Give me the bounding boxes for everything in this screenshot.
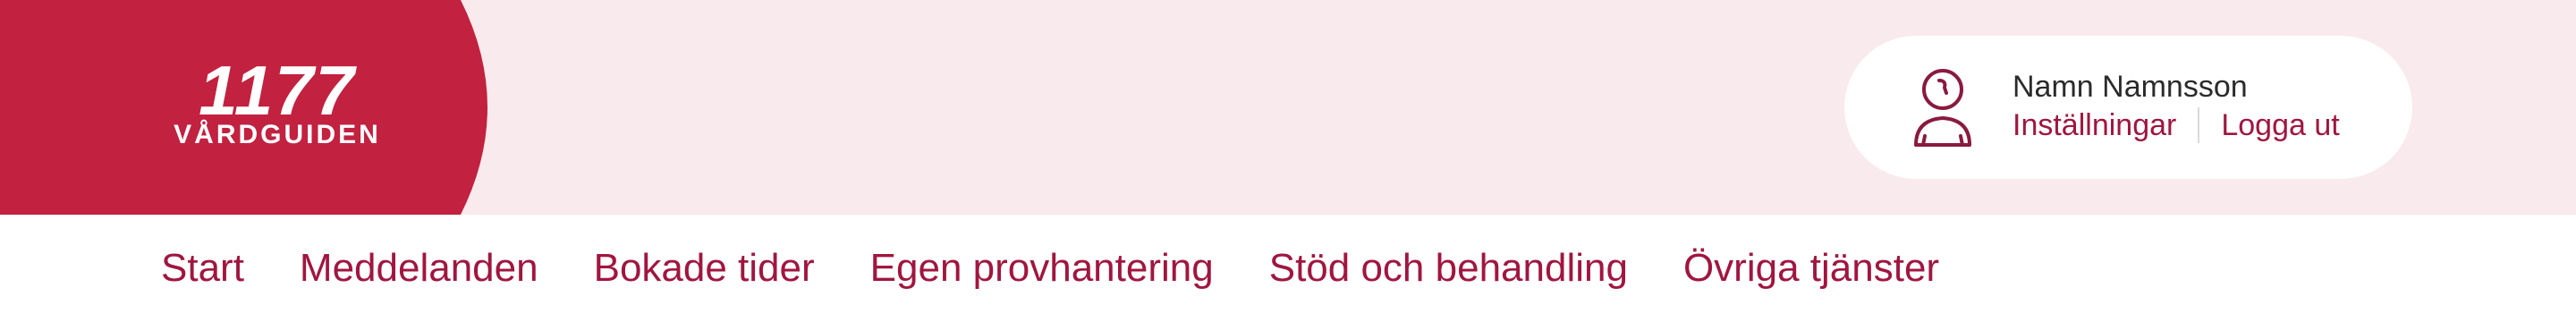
logo-name: VÅRDGUIDEN [174,120,381,149]
logo-number: 1177 [199,51,356,130]
nav-item-meddelanden[interactable]: Meddelanden [300,246,538,291]
user-links: Inställningar Logga ut [2012,107,2340,143]
nav-item-stod-och-behandling[interactable]: Stöd och behandling [1269,246,1628,291]
user-name: Namn Namnsson [2012,70,2248,104]
nav-item-ovriga-tjanster[interactable]: Övriga tjänster [1683,246,1939,291]
link-separator [2198,107,2200,143]
main-nav: Start Meddelanden Bokade tider Egen prov… [0,215,2576,322]
settings-link[interactable]: Inställningar [2012,108,2176,143]
user-avatar-icon [1914,69,1971,147]
user-card: Namn Namnsson Inställningar Logga ut [1844,36,2412,179]
logo-home-link[interactable]: 1177 VÅRDGUIDEN [0,0,501,215]
nav-item-bokade-tider[interactable]: Bokade tider [594,246,815,291]
site-header: 1177 VÅRDGUIDEN Namn Namnsson Inställnin… [0,0,2576,215]
nav-item-start[interactable]: Start [161,246,244,291]
nav-item-egen-provhantering[interactable]: Egen provhantering [870,246,1214,291]
logout-link[interactable]: Logga ut [2221,108,2339,143]
